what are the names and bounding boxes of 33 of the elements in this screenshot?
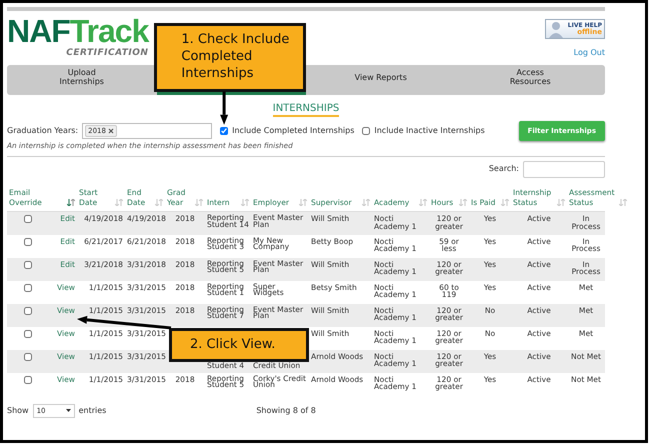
nav-tab[interactable]: Access Resources	[456, 64, 605, 94]
row-checkbox[interactable]	[24, 260, 32, 269]
checkbox-label[interactable]: Include Completed Internships	[232, 124, 354, 137]
row-checkbox[interactable]	[24, 238, 32, 246]
show-label: Show	[7, 404, 29, 417]
row-checkbox[interactable]	[24, 352, 32, 361]
nav-tab[interactable]	[156, 92, 306, 94]
entries-label: entries	[78, 404, 106, 417]
field-label: Graduation Years:	[7, 124, 78, 137]
row-checkbox[interactable]	[24, 330, 32, 338]
row-checkbox[interactable]	[24, 284, 32, 292]
person-icon	[548, 20, 564, 38]
checkbox[interactable]	[362, 126, 370, 135]
logout-link[interactable]: Log Out	[574, 47, 605, 59]
tagline: CERTIFICATION	[66, 47, 148, 60]
sort-icon[interactable]	[67, 199, 75, 206]
callout-box: 1. Check Include Completed Internships	[154, 23, 306, 92]
logo: NAFTrack	[7, 15, 148, 47]
search-field[interactable]	[523, 160, 605, 178]
row-checkbox[interactable]	[24, 376, 32, 384]
checkbox[interactable]	[220, 126, 228, 135]
callout-arrow	[220, 92, 228, 125]
remove-icon[interactable]	[108, 128, 114, 134]
callout-box: 2. Click View.	[169, 328, 309, 362]
page-title: INTERNSHIPS	[272, 102, 340, 116]
search-label: Search:	[488, 163, 519, 176]
nav-tab[interactable]: View Reports	[306, 64, 456, 94]
row-checkbox[interactable]	[24, 306, 32, 315]
table-info: Showing 8 of 8	[256, 404, 316, 417]
checkbox-label[interactable]: Include Inactive Internships	[374, 124, 485, 137]
caret-icon	[66, 409, 71, 412]
row-checkbox[interactable]	[24, 215, 32, 224]
nav-tab[interactable]: Upload Internships	[7, 64, 156, 94]
